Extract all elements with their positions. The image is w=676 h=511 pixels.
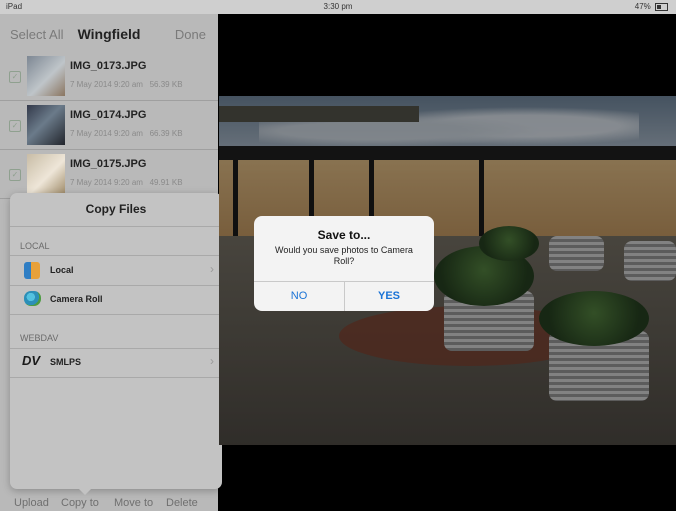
section-header-webdav: WEBDAV bbox=[20, 333, 59, 343]
battery-icon bbox=[655, 2, 668, 11]
file-name: IMG_0173.JPG bbox=[70, 60, 147, 72]
file-date: 7 May 2014 9:20 am bbox=[70, 80, 143, 89]
webdav-icon: DV bbox=[22, 353, 41, 368]
local-folder-icon bbox=[24, 262, 40, 279]
file-meta: 7 May 2014 9:20 am 66.39 KB bbox=[70, 129, 183, 138]
file-thumbnail bbox=[27, 56, 65, 96]
no-button[interactable]: NO bbox=[254, 281, 344, 311]
popover-title: Copy Files bbox=[85, 202, 147, 216]
status-time: 3:30 pm bbox=[323, 2, 353, 11]
destination-camera-roll[interactable]: Camera Roll bbox=[10, 285, 222, 314]
save-to-alert: Save to... Would you save photos to Came… bbox=[254, 216, 434, 311]
destination-smlps[interactable]: DV SMLPS › bbox=[10, 348, 222, 377]
chevron-right-icon: › bbox=[210, 262, 214, 276]
nav-bar: Select All Wingfield Done bbox=[0, 14, 218, 52]
camera-roll-icon bbox=[24, 291, 41, 306]
divider bbox=[10, 314, 222, 315]
divider bbox=[10, 377, 222, 378]
yes-button[interactable]: YES bbox=[344, 281, 434, 311]
file-thumbnail bbox=[27, 154, 65, 194]
copy-files-popover: Copy Files LOCAL Local › Camera Roll WEB… bbox=[10, 193, 222, 489]
checkbox-icon[interactable]: ✓ bbox=[9, 71, 21, 83]
file-size: 66.39 KB bbox=[149, 129, 183, 138]
file-thumbnail bbox=[27, 105, 65, 145]
file-row[interactable]: ✓ IMG_0173.JPG 7 May 2014 9:20 am 56.39 … bbox=[0, 52, 218, 101]
local-label: Local bbox=[50, 265, 74, 275]
battery-indicator: 47% bbox=[635, 2, 668, 11]
destination-local[interactable]: Local › bbox=[10, 256, 222, 285]
file-name: IMG_0175.JPG bbox=[70, 158, 147, 170]
file-row[interactable]: ✓ IMG_0175.JPG 7 May 2014 9:20 am 49.91 … bbox=[0, 150, 218, 199]
file-date: 7 May 2014 9:20 am bbox=[70, 129, 143, 138]
file-name: IMG_0174.JPG bbox=[70, 109, 147, 121]
file-size: 49.91 KB bbox=[149, 178, 183, 187]
copy-to-button[interactable]: Copy to bbox=[61, 497, 99, 509]
smlps-label: SMLPS bbox=[50, 357, 82, 367]
chevron-right-icon: › bbox=[210, 354, 214, 368]
alert-title: Save to... bbox=[317, 228, 371, 242]
battery-percent: 47% bbox=[634, 2, 651, 11]
alert-message: Would you save photos to Camera Roll? bbox=[275, 245, 413, 266]
upload-button[interactable]: Upload bbox=[14, 497, 49, 509]
popover-arrow bbox=[77, 487, 93, 495]
file-meta: 7 May 2014 9:20 am 49.91 KB bbox=[70, 178, 183, 187]
move-to-button[interactable]: Move to bbox=[114, 497, 153, 509]
delete-button[interactable]: Delete bbox=[166, 497, 198, 509]
camera-roll-label: Camera Roll bbox=[50, 294, 103, 304]
checkbox-icon[interactable]: ✓ bbox=[9, 120, 21, 132]
file-row[interactable]: ✓ IMG_0174.JPG 7 May 2014 9:20 am 66.39 … bbox=[0, 101, 218, 150]
file-size: 56.39 KB bbox=[149, 80, 183, 89]
status-bar: iPad 3:30 pm 47% bbox=[0, 0, 676, 14]
divider bbox=[10, 226, 222, 227]
file-meta: 7 May 2014 9:20 am 56.39 KB bbox=[70, 80, 183, 89]
file-date: 7 May 2014 9:20 am bbox=[70, 178, 143, 187]
section-header-local: LOCAL bbox=[20, 241, 50, 251]
done-button[interactable]: Done bbox=[175, 27, 206, 42]
checkbox-icon[interactable]: ✓ bbox=[9, 169, 21, 181]
